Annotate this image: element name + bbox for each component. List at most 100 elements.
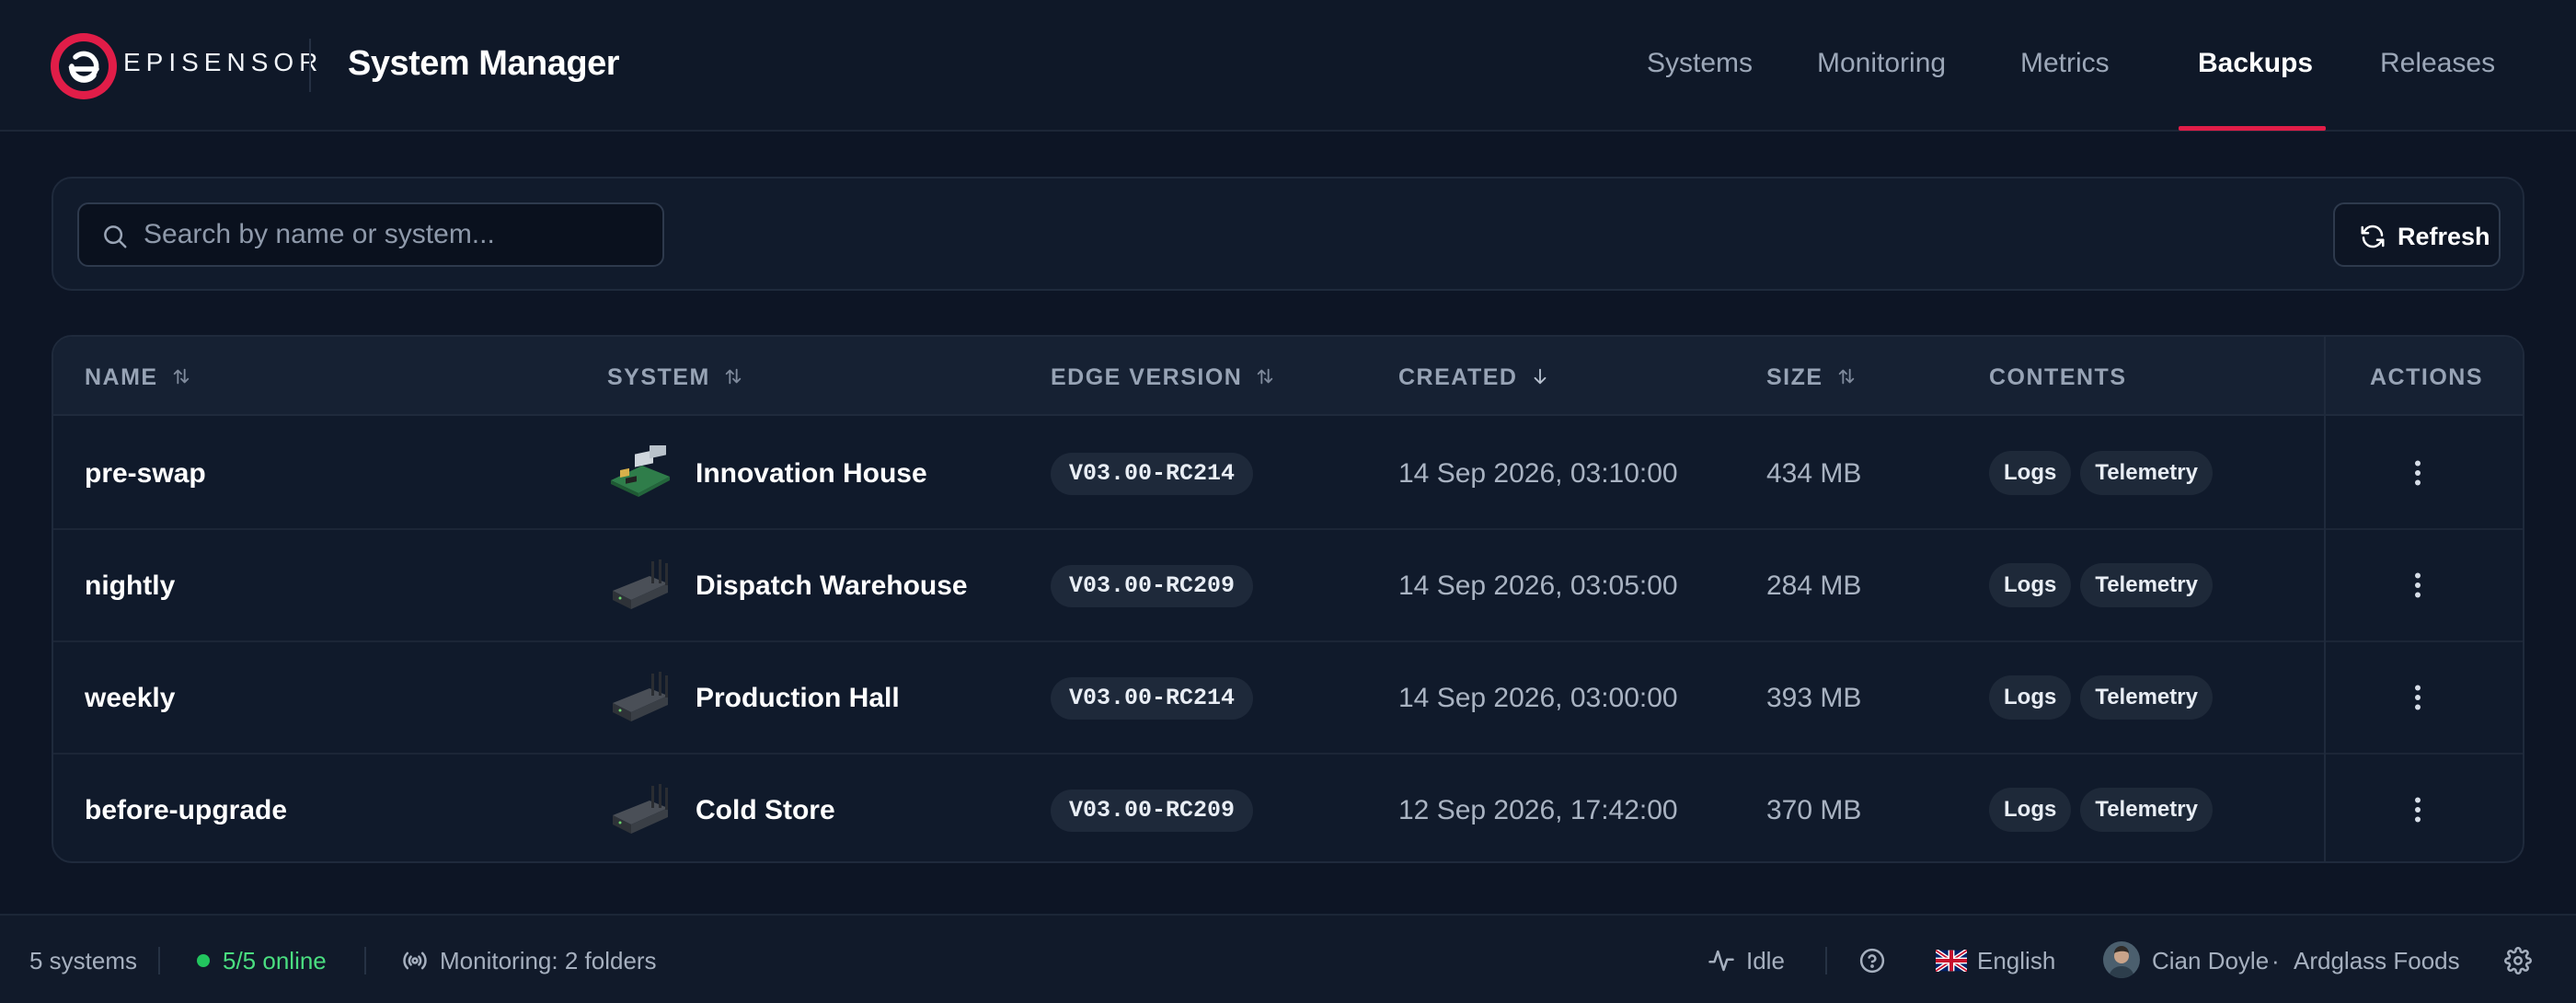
online-status-dot	[197, 954, 210, 967]
status-bar: 5 systems 5/5 online Monitoring: 2 folde…	[0, 914, 2576, 1003]
sort-icon	[173, 368, 189, 385]
edge-version-badge: V03.00-RC214	[1051, 677, 1254, 720]
broadcast-icon	[403, 951, 427, 970]
refresh-label: Refresh	[2398, 223, 2490, 250]
search-box[interactable]	[77, 202, 664, 267]
col-header-size[interactable]: SIZE	[1766, 364, 1857, 391]
row-actions-button[interactable]	[2401, 793, 2434, 826]
device-image	[607, 442, 673, 501]
episensor-logo[interactable]	[50, 32, 118, 100]
backup-size: 393 MB	[1766, 683, 1862, 713]
user-org: Ardglass Foods	[2294, 947, 2460, 974]
nav-releases[interactable]: Releases	[2380, 48, 2495, 79]
user-avatar-icon	[2103, 941, 2140, 978]
col-header-created[interactable]: CREATED	[1398, 364, 1550, 391]
device-router-icon	[613, 784, 668, 834]
nav-metrics[interactable]: Metrics	[2020, 48, 2110, 79]
contents-badges: Logs Telemetry	[1989, 563, 2222, 607]
system-name[interactable]: Innovation House	[696, 458, 927, 490]
contents-badges: Logs Telemetry	[1989, 675, 2222, 720]
row-actions-button[interactable]	[2401, 681, 2434, 714]
edge-version-badge: V03.00-RC214	[1051, 453, 1254, 495]
table-header: NAME SYSTEM EDGE VERSION CREATED SIZE CO…	[53, 337, 2523, 416]
content-badge: Telemetry	[2080, 563, 2213, 607]
nav-active-indicator	[2179, 126, 2326, 131]
help-icon[interactable]	[1858, 947, 1886, 974]
col-header-edge-version[interactable]: EDGE VERSION	[1051, 364, 1275, 391]
user-name[interactable]: Cian Doyle	[2152, 947, 2269, 975]
system-name[interactable]: Cold Store	[696, 795, 835, 826]
backup-size: 284 MB	[1766, 571, 1862, 601]
backups-table: NAME SYSTEM EDGE VERSION CREATED SIZE CO…	[52, 335, 2524, 863]
more-vertical-icon	[2415, 797, 2421, 823]
col-header-name[interactable]: NAME	[85, 364, 191, 391]
footer-divider	[1825, 947, 1827, 974]
col-header-contents: CONTENTS	[1989, 364, 2127, 390]
header-divider	[309, 39, 311, 92]
sort-icon	[1838, 368, 1854, 385]
col-header-actions: ACTIONS	[2370, 364, 2483, 390]
created-date: 14 Sep 2026, 03:05:00	[1398, 571, 1678, 601]
contents-badges: Logs Telemetry	[1989, 451, 2222, 495]
device-router-icon	[613, 672, 668, 721]
nav-systems[interactable]: Systems	[1647, 48, 1753, 79]
language-selector[interactable]: English	[1977, 947, 2055, 975]
content-badge: Telemetry	[2080, 451, 2213, 495]
device-image	[607, 670, 673, 725]
system-name[interactable]: Production Hall	[696, 683, 900, 714]
backup-name: weekly	[85, 683, 176, 713]
footer-divider	[158, 947, 160, 974]
content-badge: Telemetry	[2080, 788, 2213, 832]
gear-icon[interactable]	[2504, 947, 2532, 974]
search-input[interactable]	[144, 212, 650, 258]
table-row[interactable]: before-upgrade Cold Store V03.00-RC209 12 S…	[53, 755, 2523, 861]
table-row[interactable]: weekly Production Hall V03.00-RC214 14 Sep …	[53, 642, 2523, 755]
refresh-icon	[2361, 225, 2385, 248]
avatar[interactable]	[2103, 941, 2140, 978]
content-badge: Telemetry	[2080, 675, 2213, 720]
content-badge: Logs	[1989, 563, 2072, 607]
toolbar-panel: Refresh	[52, 177, 2524, 291]
table-row[interactable]: nightly Dispatch Warehouse V03.00-RC209 14 …	[53, 530, 2523, 642]
sort-desc-icon	[1535, 368, 1547, 385]
uk-flag-icon	[1936, 950, 1967, 972]
col-header-system[interactable]: SYSTEM	[607, 364, 743, 391]
sync-status: Idle	[1746, 947, 1785, 974]
backup-size: 434 MB	[1766, 458, 1862, 489]
row-actions-button[interactable]	[2401, 456, 2434, 490]
refresh-button[interactable]: Refresh	[2333, 202, 2501, 267]
activity-icon	[1708, 950, 1734, 972]
system-name[interactable]: Dispatch Warehouse	[696, 571, 968, 602]
app-header: EPISENSOR System Manager Systems Monitor…	[0, 0, 2576, 132]
created-date: 12 Sep 2026, 17:42:00	[1398, 795, 1678, 825]
actions-column-divider	[2324, 337, 2326, 861]
edge-version-badge: V03.00-RC209	[1051, 790, 1254, 832]
more-vertical-icon	[2415, 685, 2421, 710]
row-actions-button[interactable]	[2401, 569, 2434, 602]
user-org-separator: ·	[2271, 947, 2280, 974]
created-date: 14 Sep 2026, 03:10:00	[1398, 458, 1678, 489]
content-badge: Logs	[1989, 675, 2072, 720]
backup-name: pre-swap	[85, 458, 206, 489]
content-badge: Logs	[1989, 788, 2072, 832]
table-row[interactable]: pre-swap Innovation House V03.00-RC214 14 S…	[53, 418, 2523, 530]
more-vertical-icon	[2415, 572, 2421, 598]
backup-name: before-upgrade	[85, 795, 288, 825]
sort-icon	[725, 368, 742, 385]
search-icon	[104, 225, 127, 248]
device-image	[607, 558, 673, 613]
contents-badges: Logs Telemetry	[1989, 788, 2222, 832]
systems-count: 5 systems	[29, 947, 138, 974]
logo-text: EPISENSOR	[123, 48, 324, 76]
device-image	[607, 782, 673, 837]
nav-backups[interactable]: Backups	[2198, 48, 2313, 79]
nav-monitoring[interactable]: Monitoring	[1817, 48, 1946, 79]
monitoring-status[interactable]: Monitoring: 2 folders	[440, 947, 657, 975]
backup-size: 370 MB	[1766, 795, 1862, 825]
created-date: 14 Sep 2026, 03:00:00	[1398, 683, 1678, 713]
sort-icon	[1258, 368, 1273, 385]
footer-divider	[364, 947, 366, 974]
backup-name: nightly	[85, 571, 176, 601]
online-count: 5/5 online	[223, 947, 327, 974]
app-title: System Manager	[348, 44, 620, 83]
